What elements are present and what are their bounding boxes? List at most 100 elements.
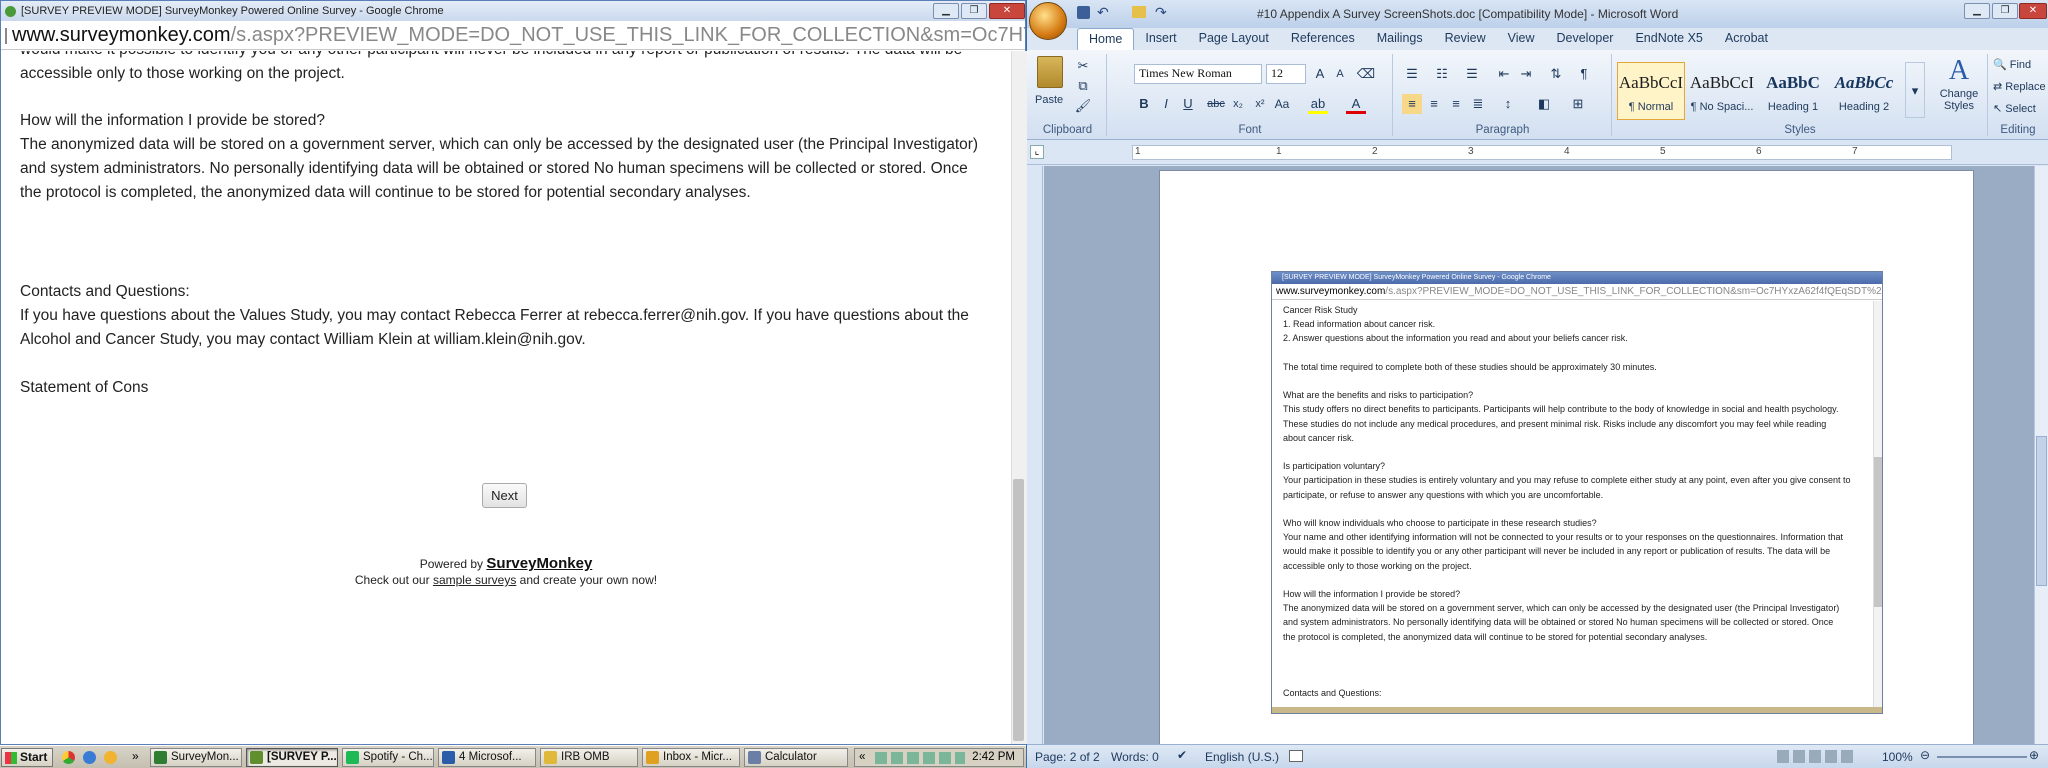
format-painter-icon[interactable]: 🖌: [1073, 96, 1093, 116]
style-0[interactable]: AaBbCcI ¶ Normal: [1617, 62, 1685, 120]
horizontal-ruler[interactable]: ⌞ 1 1 2 3 4 5 6 7: [1027, 141, 2048, 165]
surveymonkey-logo[interactable]: SurveyMonkey: [486, 555, 592, 572]
undo-icon[interactable]: ↶: [1097, 4, 1109, 21]
taskbar-item[interactable]: Spotify - Ch...: [342, 748, 434, 767]
find-button[interactable]: 🔍 Find: [1993, 58, 2031, 71]
zoom-level[interactable]: 100%: [1882, 750, 1913, 764]
tab-insert[interactable]: Insert: [1134, 28, 1187, 50]
style-2[interactable]: AaBbC Heading 1: [1759, 62, 1827, 120]
word-scroll-thumb[interactable]: [2036, 436, 2047, 586]
styles-scroll-icon[interactable]: ▾: [1905, 62, 1925, 118]
clock[interactable]: 2:42 PM: [972, 751, 1015, 763]
quicklaunch-overflow-icon[interactable]: »: [132, 749, 139, 763]
document-page[interactable]: [SURVEY PREVIEW MODE] SurveyMonkey Power…: [1159, 170, 1974, 750]
change-styles-button[interactable]: A Change Styles: [1935, 54, 1983, 112]
show-marks-icon[interactable]: ¶: [1574, 64, 1594, 84]
align-center-icon[interactable]: ≡: [1424, 94, 1444, 114]
italic-icon[interactable]: I: [1156, 94, 1176, 114]
taskbar-item[interactable]: SurveyMon...: [150, 748, 242, 767]
status-language[interactable]: English (U.S.): [1205, 750, 1279, 764]
cut-icon[interactable]: ✂: [1073, 56, 1093, 76]
sort-icon[interactable]: ⇅: [1546, 64, 1566, 84]
taskbar-item[interactable]: Inbox - Micr...: [642, 748, 740, 767]
tray-icons[interactable]: [875, 752, 965, 764]
paste-button[interactable]: Paste: [1035, 94, 1063, 106]
shading-icon[interactable]: ◧: [1534, 94, 1554, 114]
replace-button[interactable]: ⇄ Replace: [1993, 80, 2046, 93]
tab-home[interactable]: Home: [1077, 28, 1135, 50]
tab-view[interactable]: View: [1497, 28, 1546, 50]
tray-expand-icon[interactable]: «: [859, 749, 865, 766]
chrome-quicklaunch-icon[interactable]: [62, 751, 75, 764]
grow-font-icon[interactable]: A: [1310, 64, 1330, 84]
save-icon[interactable]: [1077, 6, 1090, 19]
word-minimize-button[interactable]: ▁: [1964, 3, 1990, 19]
justify-icon[interactable]: ≣: [1468, 94, 1488, 114]
multilevel-list-icon[interactable]: ☰: [1462, 64, 1482, 84]
shrink-font-icon[interactable]: A: [1330, 64, 1350, 84]
strikethrough-icon[interactable]: abc: [1206, 94, 1226, 114]
underline-icon[interactable]: U: [1178, 94, 1198, 114]
chrome-titlebar[interactable]: [SURVEY PREVIEW MODE] SurveyMonkey Power…: [1, 1, 1025, 21]
proofing-icon[interactable]: ✔: [1177, 748, 1187, 762]
zoom-in-icon[interactable]: ⊕: [2029, 748, 2039, 762]
sample-surveys-link[interactable]: sample surveys: [433, 573, 516, 587]
word-scrollbar[interactable]: [2034, 166, 2048, 744]
tab-page-layout[interactable]: Page Layout: [1188, 28, 1280, 50]
change-case-icon[interactable]: Aa: [1272, 94, 1292, 114]
office-button[interactable]: [1029, 2, 1067, 40]
numbering-icon[interactable]: ☷: [1432, 64, 1452, 84]
tab-selector-icon[interactable]: ⌞: [1030, 145, 1044, 159]
style-1[interactable]: AaBbCcI ¶ No Spaci...: [1688, 62, 1756, 120]
decrease-indent-icon[interactable]: ⇤: [1494, 64, 1514, 84]
view-buttons[interactable]: [1777, 750, 1857, 763]
next-button[interactable]: Next: [482, 483, 527, 508]
vertical-ruler[interactable]: [1027, 166, 1043, 744]
macro-icon[interactable]: [1289, 750, 1303, 762]
tab-review[interactable]: Review: [1434, 28, 1497, 50]
copy-icon[interactable]: ⧉: [1073, 76, 1093, 96]
font-name-select[interactable]: Times New Roman: [1134, 64, 1262, 84]
select-button[interactable]: ↖ Select: [1993, 102, 2036, 115]
word-close-button[interactable]: ✕: [2019, 3, 2047, 19]
tab-developer[interactable]: Developer: [1545, 28, 1624, 50]
bold-icon[interactable]: B: [1134, 94, 1154, 114]
borders-icon[interactable]: ⊞: [1568, 94, 1588, 114]
tab-references[interactable]: References: [1280, 28, 1366, 50]
tab-acrobat[interactable]: Acrobat: [1714, 28, 1779, 50]
align-right-icon[interactable]: ≡: [1446, 94, 1466, 114]
word-restore-button[interactable]: ❐: [1992, 3, 2018, 19]
superscript-icon[interactable]: x²: [1250, 94, 1270, 114]
redo-icon[interactable]: ↷: [1155, 4, 1167, 21]
zoom-slider[interactable]: [1937, 756, 2027, 758]
taskbar-item[interactable]: [SURVEY P...: [246, 748, 338, 767]
paste-icon[interactable]: [1037, 56, 1063, 88]
style-3[interactable]: AaBbCc Heading 2: [1830, 62, 1898, 120]
highlight-icon[interactable]: ab: [1308, 94, 1328, 114]
line-spacing-icon[interactable]: ↕: [1498, 94, 1518, 114]
minimize-button[interactable]: ▁: [933, 3, 959, 19]
clear-format-icon[interactable]: ⌫: [1356, 64, 1376, 84]
zoom-out-icon[interactable]: ⊖: [1920, 748, 1930, 762]
close-button[interactable]: ✕: [989, 3, 1025, 19]
status-page[interactable]: Page: 2 of 2: [1035, 750, 1100, 764]
taskbar-item[interactable]: 4 Microsof...: [438, 748, 536, 767]
taskbar-item[interactable]: IRB OMB: [540, 748, 638, 767]
open-icon[interactable]: [1132, 6, 1146, 18]
bullets-icon[interactable]: ☰: [1402, 64, 1422, 84]
ie-quicklaunch-icon[interactable]: [83, 751, 96, 764]
align-left-icon[interactable]: ≡: [1402, 94, 1422, 114]
address-bar[interactable]: www.surveymonkey.com/s.aspx?PREVIEW_MODE…: [1, 22, 1025, 50]
page-scroll-thumb[interactable]: [1013, 479, 1024, 741]
font-color-icon[interactable]: A: [1346, 94, 1366, 114]
start-button[interactable]: Start: [1, 748, 53, 767]
status-words[interactable]: Words: 0: [1111, 750, 1159, 764]
subscript-icon[interactable]: x₂: [1228, 94, 1248, 114]
word-titlebar[interactable]: ↶ ↷ #10 Appendix A Survey ScreenShots.do…: [1027, 0, 2048, 28]
quicklaunch-icon[interactable]: [104, 751, 117, 764]
increase-indent-icon[interactable]: ⇥: [1516, 64, 1536, 84]
tab-mailings[interactable]: Mailings: [1366, 28, 1434, 50]
taskbar-item[interactable]: Calculator: [744, 748, 848, 767]
tab-endnote-x5[interactable]: EndNote X5: [1624, 28, 1713, 50]
font-size-select[interactable]: 12: [1266, 64, 1306, 84]
